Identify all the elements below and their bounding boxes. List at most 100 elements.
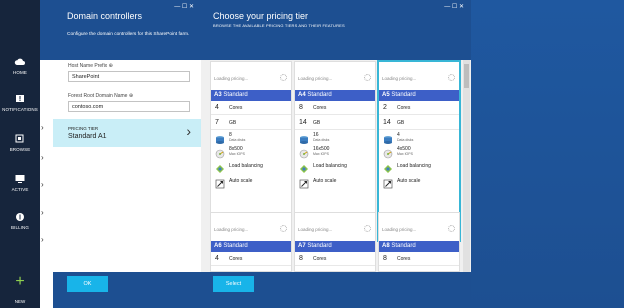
scroll-thumb[interactable] xyxy=(464,64,469,88)
data-disks-feature: 4 Data disks xyxy=(379,130,459,145)
close-icon[interactable]: ✕ xyxy=(459,4,464,10)
cores-label: Cores xyxy=(397,105,411,111)
blade-controls: — ☐ ✕ xyxy=(444,3,464,10)
tier-code: A8 xyxy=(382,243,390,249)
collapsed-blade-header xyxy=(40,0,53,60)
chevron-right-icon[interactable]: › xyxy=(41,180,51,189)
auto-scale-label: Auto scale xyxy=(313,178,337,184)
ok-button[interactable]: OK xyxy=(67,276,108,292)
billing-icon xyxy=(16,213,24,221)
cores-label: Cores xyxy=(229,105,243,111)
loading-spinner-icon xyxy=(364,74,371,81)
pricing-card-title: A7 Standard xyxy=(295,241,375,252)
pricing-tier-row[interactable]: PRICING TIER Standard A1 › xyxy=(53,119,201,147)
cores-row: 2 Cores xyxy=(379,101,459,115)
scrollbar[interactable] xyxy=(463,60,470,272)
iops-feature: 16x500 Max IOPS xyxy=(295,144,375,159)
chevron-right-icon[interactable]: › xyxy=(41,153,51,162)
tier-code: A3 xyxy=(214,92,222,98)
nav-active[interactable]: ACTIVE xyxy=(0,174,40,192)
tier-name: Standard xyxy=(223,243,248,249)
left-navbar: HOME NOTIFICATIONS BROWSE ACTIVE BILLING… xyxy=(0,0,40,308)
gauge-icon xyxy=(383,146,393,159)
auto-scale-feature: Auto scale xyxy=(295,174,375,189)
monitor-icon xyxy=(15,175,25,183)
tier-code: A5 xyxy=(382,92,390,98)
pricing-card-a8[interactable]: Loading pricing... A8 Standard 8 Cores xyxy=(378,212,460,272)
nav-active-label: ACTIVE xyxy=(11,187,29,192)
memory-row: 14 GB xyxy=(295,116,375,130)
loading-spinner-icon xyxy=(448,74,455,81)
memory-label: GB xyxy=(313,120,321,126)
close-icon[interactable]: ✕ xyxy=(189,4,194,10)
tier-name: Standard xyxy=(223,92,248,98)
memory-value: 7 xyxy=(215,119,219,126)
pricing-card-a6[interactable]: Loading pricing... A6 Standard 4 Cores xyxy=(210,212,292,272)
memory-label: GB xyxy=(229,120,237,126)
maximize-icon[interactable]: ☐ xyxy=(182,4,187,10)
cores-label: Cores xyxy=(313,105,327,111)
tier-name: Standard xyxy=(391,243,416,249)
pricing-card-title: A5 Standard xyxy=(379,90,459,101)
cores-value: 8 xyxy=(299,104,303,111)
load-balancing-label: Load balancing xyxy=(229,163,263,169)
cores-value: 4 xyxy=(215,104,219,111)
nav-home-label: HOME xyxy=(13,70,27,75)
cores-row: 4 Cores xyxy=(211,101,291,115)
loading-text: Loading pricing... xyxy=(214,227,249,232)
nav-browse[interactable]: BROWSE xyxy=(0,134,40,152)
nav-billing[interactable]: BILLING xyxy=(0,212,40,230)
data-disks-label: Data disks xyxy=(313,138,330,142)
loading-text: Loading pricing... xyxy=(214,76,249,81)
collapsed-blade-strip[interactable]: › › › › › xyxy=(40,0,53,308)
chevron-right-icon: › xyxy=(186,123,191,139)
chevron-right-icon[interactable]: › xyxy=(41,208,51,217)
data-disks-feature: 8 Data disks xyxy=(211,130,291,145)
loading-text: Loading pricing... xyxy=(382,76,417,81)
nav-home[interactable]: HOME xyxy=(0,57,40,75)
minimize-icon[interactable]: — xyxy=(174,4,180,10)
nav-notifications-label: NOTIFICATIONS xyxy=(2,107,38,112)
host-name-input[interactable]: SharePoint xyxy=(68,71,190,82)
auto-scale-icon xyxy=(383,176,393,189)
maximize-icon[interactable]: ☐ xyxy=(452,4,457,10)
browse-icon xyxy=(15,134,24,143)
memory-value: 14 xyxy=(383,119,391,126)
chevron-right-icon[interactable]: › xyxy=(41,123,51,132)
loading-spinner-icon xyxy=(280,225,287,232)
nav-new-label: NEW xyxy=(14,299,26,304)
info-icon: ⊕ xyxy=(108,63,113,69)
auto-scale-label: Auto scale xyxy=(397,178,421,184)
gauge-icon xyxy=(299,146,309,159)
loading-text: Loading pricing... xyxy=(298,76,333,81)
cores-label: Cores xyxy=(313,256,327,262)
load-balancing-icon xyxy=(215,161,225,173)
cores-row: 8 Cores xyxy=(295,252,375,266)
memory-value: 14 xyxy=(299,119,307,126)
nav-notifications[interactable]: NOTIFICATIONS xyxy=(0,94,40,112)
iops-label: Max IOPS xyxy=(397,152,413,156)
iops-feature: 4x500 Max IOPS xyxy=(379,144,459,159)
loading-spinner-icon xyxy=(448,225,455,232)
pricing-tier-list: Loading pricing... A3 Standard 4 Cores 7 GB 8 D… xyxy=(201,60,471,272)
tier-name: Standard xyxy=(307,92,332,98)
chevron-right-icon[interactable]: › xyxy=(41,235,51,244)
host-name-label: Host Name Prefix ⊕ xyxy=(68,63,113,69)
load-balancing-icon xyxy=(383,161,393,173)
load-balancing-feature: Load balancing xyxy=(379,159,459,174)
disk-icon xyxy=(383,132,393,144)
memory-label: GB xyxy=(397,120,405,126)
select-button[interactable]: Select xyxy=(213,276,254,292)
disk-icon xyxy=(215,132,225,144)
nav-new[interactable]: + NEW xyxy=(0,270,40,308)
pricing-tier-blade: Choose your pricing tier BROWSE THE AVAI… xyxy=(201,0,471,308)
minimize-icon[interactable]: — xyxy=(444,4,450,10)
pricing-card-a7[interactable]: Loading pricing... A7 Standard 8 Cores xyxy=(294,212,376,272)
tier-code: A6 xyxy=(214,243,222,249)
data-disks-label: Data disks xyxy=(229,138,246,142)
forest-domain-input[interactable]: contoso.com xyxy=(68,101,190,112)
loading-text: Loading pricing... xyxy=(382,227,417,232)
pricing-card-title: A6 Standard xyxy=(211,241,291,252)
loading-spinner-icon xyxy=(280,74,287,81)
memory-row: 7 GB xyxy=(211,116,291,130)
